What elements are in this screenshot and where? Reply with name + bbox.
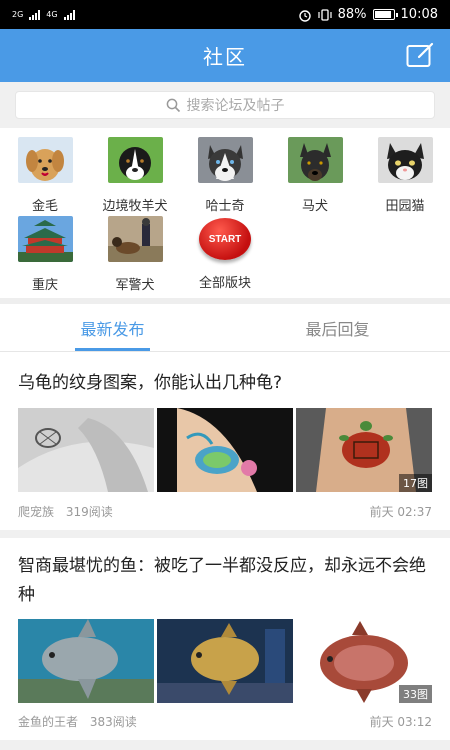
sunfish-image-2 — [157, 619, 293, 703]
post-author[interactable]: 爬宠族 — [18, 505, 54, 519]
category-label: 全部版块 — [198, 276, 251, 291]
start-badge: START — [199, 218, 251, 260]
vibrate-icon — [318, 8, 332, 21]
category-label: 重庆 — [31, 278, 58, 293]
app-header: 社区 — [0, 29, 450, 82]
search-input[interactable]: 搜索论坛及帖子 — [15, 91, 435, 119]
malinois-thumbnail — [287, 137, 343, 183]
post-image[interactable]: 33图 — [296, 619, 432, 703]
post-image[interactable]: 17图 — [296, 408, 432, 492]
page-title: 社区 — [203, 45, 247, 69]
category-label: 金毛 — [31, 199, 58, 214]
post-title[interactable]: 乌龟的纹身图案，你能认出几种龟? — [18, 369, 432, 398]
category-label: 田园猫 — [385, 199, 425, 214]
post-image[interactable] — [18, 408, 154, 492]
chongqing-thumbnail — [17, 216, 73, 262]
post-separator — [0, 530, 450, 538]
category-chongqing[interactable]: 重庆 — [5, 216, 85, 293]
status-right: 88% 10:08 — [298, 7, 438, 22]
post-reads: 319阅读 — [65, 505, 113, 519]
post-meta: 金鱼的王者 383阅读 前天 03:12 — [18, 713, 432, 730]
turtle-tattoo-image-2 — [157, 408, 293, 492]
post-image-row[interactable]: 33图 — [18, 619, 432, 703]
post-reads: 383阅读 — [89, 715, 137, 729]
image-count-badge: 33图 — [399, 685, 432, 703]
image-count-badge: 17图 — [399, 474, 432, 492]
sim2-label: 4G — [46, 10, 58, 19]
signal-icon — [29, 9, 41, 20]
search-icon — [166, 98, 180, 112]
post-image[interactable] — [157, 619, 293, 703]
search-placeholder: 搜索论坛及帖子 — [186, 98, 285, 114]
cat-thumbnail — [377, 137, 433, 183]
signal-icon-2 — [63, 9, 75, 20]
category-grid: 金毛 边境牧羊犬 哈士奇 马犬 田园猫 重庆 军警犬 START 全部版块 — [0, 128, 450, 298]
category-label: 马犬 — [301, 199, 328, 214]
post-title[interactable]: 智商最堪忧的鱼：被吃了一半都没反应，却永远不会绝种 — [18, 552, 432, 610]
post-image[interactable] — [157, 408, 293, 492]
sim1-label: 2G — [12, 10, 24, 19]
category-label: 哈士奇 — [205, 199, 245, 214]
compose-icon[interactable] — [406, 42, 434, 68]
category-golden-retriever[interactable]: 金毛 — [5, 137, 85, 214]
post-author[interactable]: 金鱼的王者 — [18, 715, 78, 729]
golden-retriever-thumbnail — [17, 137, 73, 183]
sunfish-image-1 — [18, 619, 154, 703]
police-dog-thumbnail — [107, 216, 163, 262]
category-malinois[interactable]: 马犬 — [275, 137, 355, 214]
category-all-boards[interactable]: START 全部版块 — [185, 216, 265, 291]
category-police-dog[interactable]: 军警犬 — [95, 216, 175, 293]
category-tabby-cat[interactable]: 田园猫 — [365, 137, 445, 214]
alarm-icon — [298, 9, 311, 22]
battery-percent: 88% — [337, 7, 367, 22]
tab-latest[interactable]: 最新发布 — [0, 304, 225, 352]
status-bar: 2G 4G 88% 10:08 — [0, 0, 450, 29]
post-time: 前天 03:12 — [369, 715, 432, 729]
active-tab-indicator — [75, 348, 150, 351]
battery-icon — [372, 9, 398, 20]
border-collie-thumbnail — [107, 137, 163, 183]
clock: 10:08 — [400, 7, 438, 22]
category-border-collie[interactable]: 边境牧羊犬 — [95, 137, 175, 214]
tab-last-reply[interactable]: 最后回复 — [225, 304, 450, 352]
category-label: 军警犬 — [115, 278, 155, 293]
signal-area: 2G 4G — [12, 9, 75, 20]
category-label: 边境牧羊犬 — [102, 199, 168, 214]
husky-thumbnail — [197, 137, 253, 183]
turtle-tattoo-image-1 — [18, 408, 154, 492]
category-husky[interactable]: 哈士奇 — [185, 137, 265, 214]
post-meta: 爬宠族 319阅读 前天 02:37 — [18, 503, 432, 520]
search-bar: 搜索论坛及帖子 — [0, 82, 450, 128]
post-time: 前天 02:37 — [369, 505, 432, 519]
post-image[interactable] — [18, 619, 154, 703]
tab-bar: 最新发布 最后回复 — [0, 304, 450, 352]
post-separator — [0, 740, 450, 750]
post-image-row[interactable]: 17图 — [18, 408, 432, 492]
